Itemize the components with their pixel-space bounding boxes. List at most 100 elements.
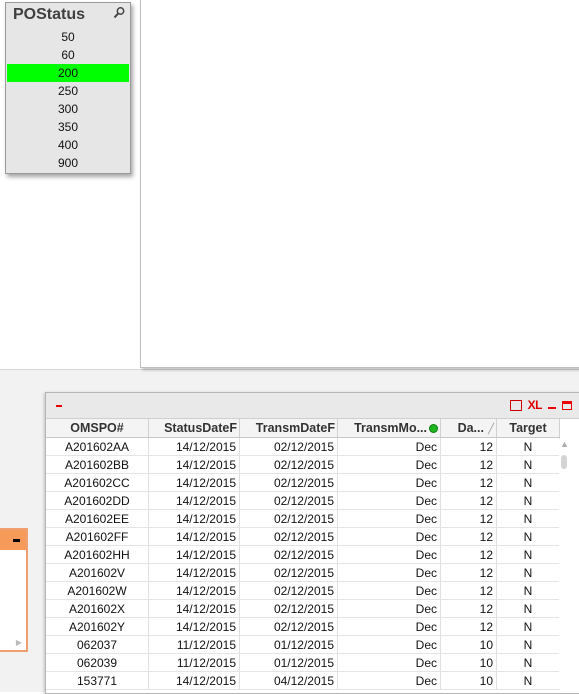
minimize-icon[interactable] [13, 539, 20, 542]
table-row[interactable]: A201602X 14/12/2015 02/12/2015 Dec 12 N [46, 599, 560, 618]
table-cell[interactable]: 02/12/2015 [239, 455, 338, 474]
table-cell[interactable]: 02/12/2015 [239, 563, 338, 582]
table-row[interactable]: A201602BB 14/12/2015 02/12/2015 Dec 12 N [46, 455, 560, 474]
table-row[interactable]: A201602Y 14/12/2015 02/12/2015 Dec 12 N [46, 617, 560, 636]
table-cell[interactable]: 14/12/2015 [148, 581, 240, 600]
maximize-icon[interactable] [562, 400, 572, 410]
table-cell[interactable]: N [496, 581, 560, 600]
table-cell[interactable]: 12 [440, 455, 497, 474]
table-cell[interactable]: A201602BB [46, 455, 149, 474]
table-cell[interactable]: 12 [440, 437, 497, 456]
table-cell[interactable]: 153771 [46, 671, 149, 690]
listbox-item[interactable]: 200 [7, 64, 129, 82]
table-cell[interactable]: 12 [440, 617, 497, 636]
table-cell[interactable]: N [496, 473, 560, 492]
table-row[interactable]: A201602FF 14/12/2015 02/12/2015 Dec 12 N [46, 527, 560, 546]
table-cell[interactable]: Dec [337, 653, 441, 672]
table-cell[interactable]: N [496, 527, 560, 546]
table-cell[interactable]: 14/12/2015 [148, 509, 240, 528]
table-cell[interactable]: 02/12/2015 [239, 473, 338, 492]
table-cell[interactable]: 02/12/2015 [239, 545, 338, 564]
table-cell[interactable]: 12 [440, 527, 497, 546]
table-cell[interactable]: 12 [440, 509, 497, 528]
table-cell[interactable]: 01/12/2015 [239, 635, 338, 654]
table-cell[interactable]: 02/12/2015 [239, 527, 338, 546]
table-cell[interactable]: 12 [440, 599, 497, 618]
listbox-item[interactable]: 400 [7, 136, 129, 154]
table-cell[interactable]: N [496, 635, 560, 654]
table-cell[interactable]: N [496, 563, 560, 582]
table-cell[interactable]: Dec [337, 581, 441, 600]
table-cell[interactable]: Dec [337, 509, 441, 528]
table-row[interactable]: A201602W 14/12/2015 02/12/2015 Dec 12 N [46, 581, 560, 600]
table-cell[interactable]: 10 [440, 635, 497, 654]
table-cell[interactable]: N [496, 599, 560, 618]
table-row[interactable]: A201602HH 14/12/2015 02/12/2015 Dec 12 N [46, 545, 560, 564]
excel-export-icon[interactable]: XL [528, 398, 543, 412]
sort-icon[interactable]: ╱ [488, 424, 494, 435]
table-cell[interactable]: N [496, 437, 560, 456]
scrollbar-thumb[interactable] [561, 455, 567, 469]
table-cell[interactable]: 12 [440, 545, 497, 564]
table-cell[interactable]: 14/12/2015 [148, 563, 240, 582]
table-cell[interactable]: 14/12/2015 [148, 473, 240, 492]
minimized-object-header[interactable] [0, 530, 26, 550]
table-cell[interactable]: 14/12/2015 [148, 545, 240, 564]
listbox-item[interactable]: 350 [7, 118, 129, 136]
column-header-transmdate[interactable]: TransmDateF [239, 419, 338, 438]
scroll-arrow-icon[interactable]: ▶ [16, 638, 22, 647]
minimize-icon[interactable] [548, 407, 556, 409]
table-row[interactable]: 153771 14/12/2015 04/12/2015 Dec 10 N [46, 671, 560, 690]
listbox-item[interactable]: 300 [7, 100, 129, 118]
table-cell[interactable]: A201602V [46, 563, 149, 582]
table-cell[interactable]: 02/12/2015 [239, 491, 338, 510]
table-cell[interactable]: 01/12/2015 [239, 653, 338, 672]
table-cell[interactable]: N [496, 545, 560, 564]
column-header-omspo[interactable]: OMSPO# [46, 419, 149, 438]
table-cell[interactable]: 14/12/2015 [148, 617, 240, 636]
table-cell[interactable]: 14/12/2015 [148, 455, 240, 474]
table-cell[interactable]: N [496, 491, 560, 510]
search-icon[interactable] [113, 6, 125, 20]
table-cell[interactable]: A201602X [46, 599, 149, 618]
table-cell[interactable]: 14/12/2015 [148, 599, 240, 618]
table-cell[interactable]: Dec [337, 635, 441, 654]
table-row[interactable]: A201602EE 14/12/2015 02/12/2015 Dec 12 N [46, 509, 560, 528]
table-cell[interactable]: Dec [337, 491, 441, 510]
postatus-listbox[interactable]: POStatus 50 60 200 250 300 350 400 900 [5, 2, 131, 174]
table-cell[interactable]: A201602HH [46, 545, 149, 564]
column-header-target[interactable]: Target [496, 419, 560, 438]
table-cell[interactable]: 14/12/2015 [148, 527, 240, 546]
listbox-item[interactable]: 60 [7, 46, 129, 64]
table-cell[interactable]: N [496, 455, 560, 474]
table-cell[interactable]: Dec [337, 545, 441, 564]
table-caption[interactable]: XL [46, 393, 579, 419]
table-cell[interactable]: 12 [440, 491, 497, 510]
table-cell[interactable]: A201602DD [46, 491, 149, 510]
table-cell[interactable]: 02/12/2015 [239, 437, 338, 456]
table-cell[interactable]: Dec [337, 437, 441, 456]
table-cell[interactable]: Dec [337, 473, 441, 492]
table-row[interactable]: A201602V 14/12/2015 02/12/2015 Dec 12 N [46, 563, 560, 582]
table-row[interactable]: 062037 11/12/2015 01/12/2015 Dec 10 N [46, 635, 560, 654]
table-cell[interactable]: 11/12/2015 [148, 653, 240, 672]
table-cell[interactable]: Dec [337, 671, 441, 690]
table-row[interactable]: 062039 11/12/2015 01/12/2015 Dec 10 N [46, 653, 560, 672]
table-cell[interactable]: 12 [440, 563, 497, 582]
table-cell[interactable]: Dec [337, 455, 441, 474]
table-cell[interactable]: A201602AA [46, 437, 149, 456]
table-cell[interactable]: 14/12/2015 [148, 671, 240, 690]
print-icon[interactable] [509, 399, 522, 411]
scroll-up-icon[interactable]: ▲ [560, 439, 569, 449]
table-cell[interactable]: Dec [337, 599, 441, 618]
table-cell[interactable]: Dec [337, 617, 441, 636]
table-cell[interactable]: Dec [337, 527, 441, 546]
minimized-object[interactable]: ▶ [0, 528, 28, 652]
table-cell[interactable]: 04/12/2015 [239, 671, 338, 690]
table-cell[interactable]: 062037 [46, 635, 149, 654]
table-cell[interactable]: 12 [440, 473, 497, 492]
table-row[interactable]: A201602CC 14/12/2015 02/12/2015 Dec 12 N [46, 473, 560, 492]
table-cell[interactable]: 02/12/2015 [239, 581, 338, 600]
table-cell[interactable]: 02/12/2015 [239, 509, 338, 528]
table-cell[interactable]: 11/12/2015 [148, 635, 240, 654]
